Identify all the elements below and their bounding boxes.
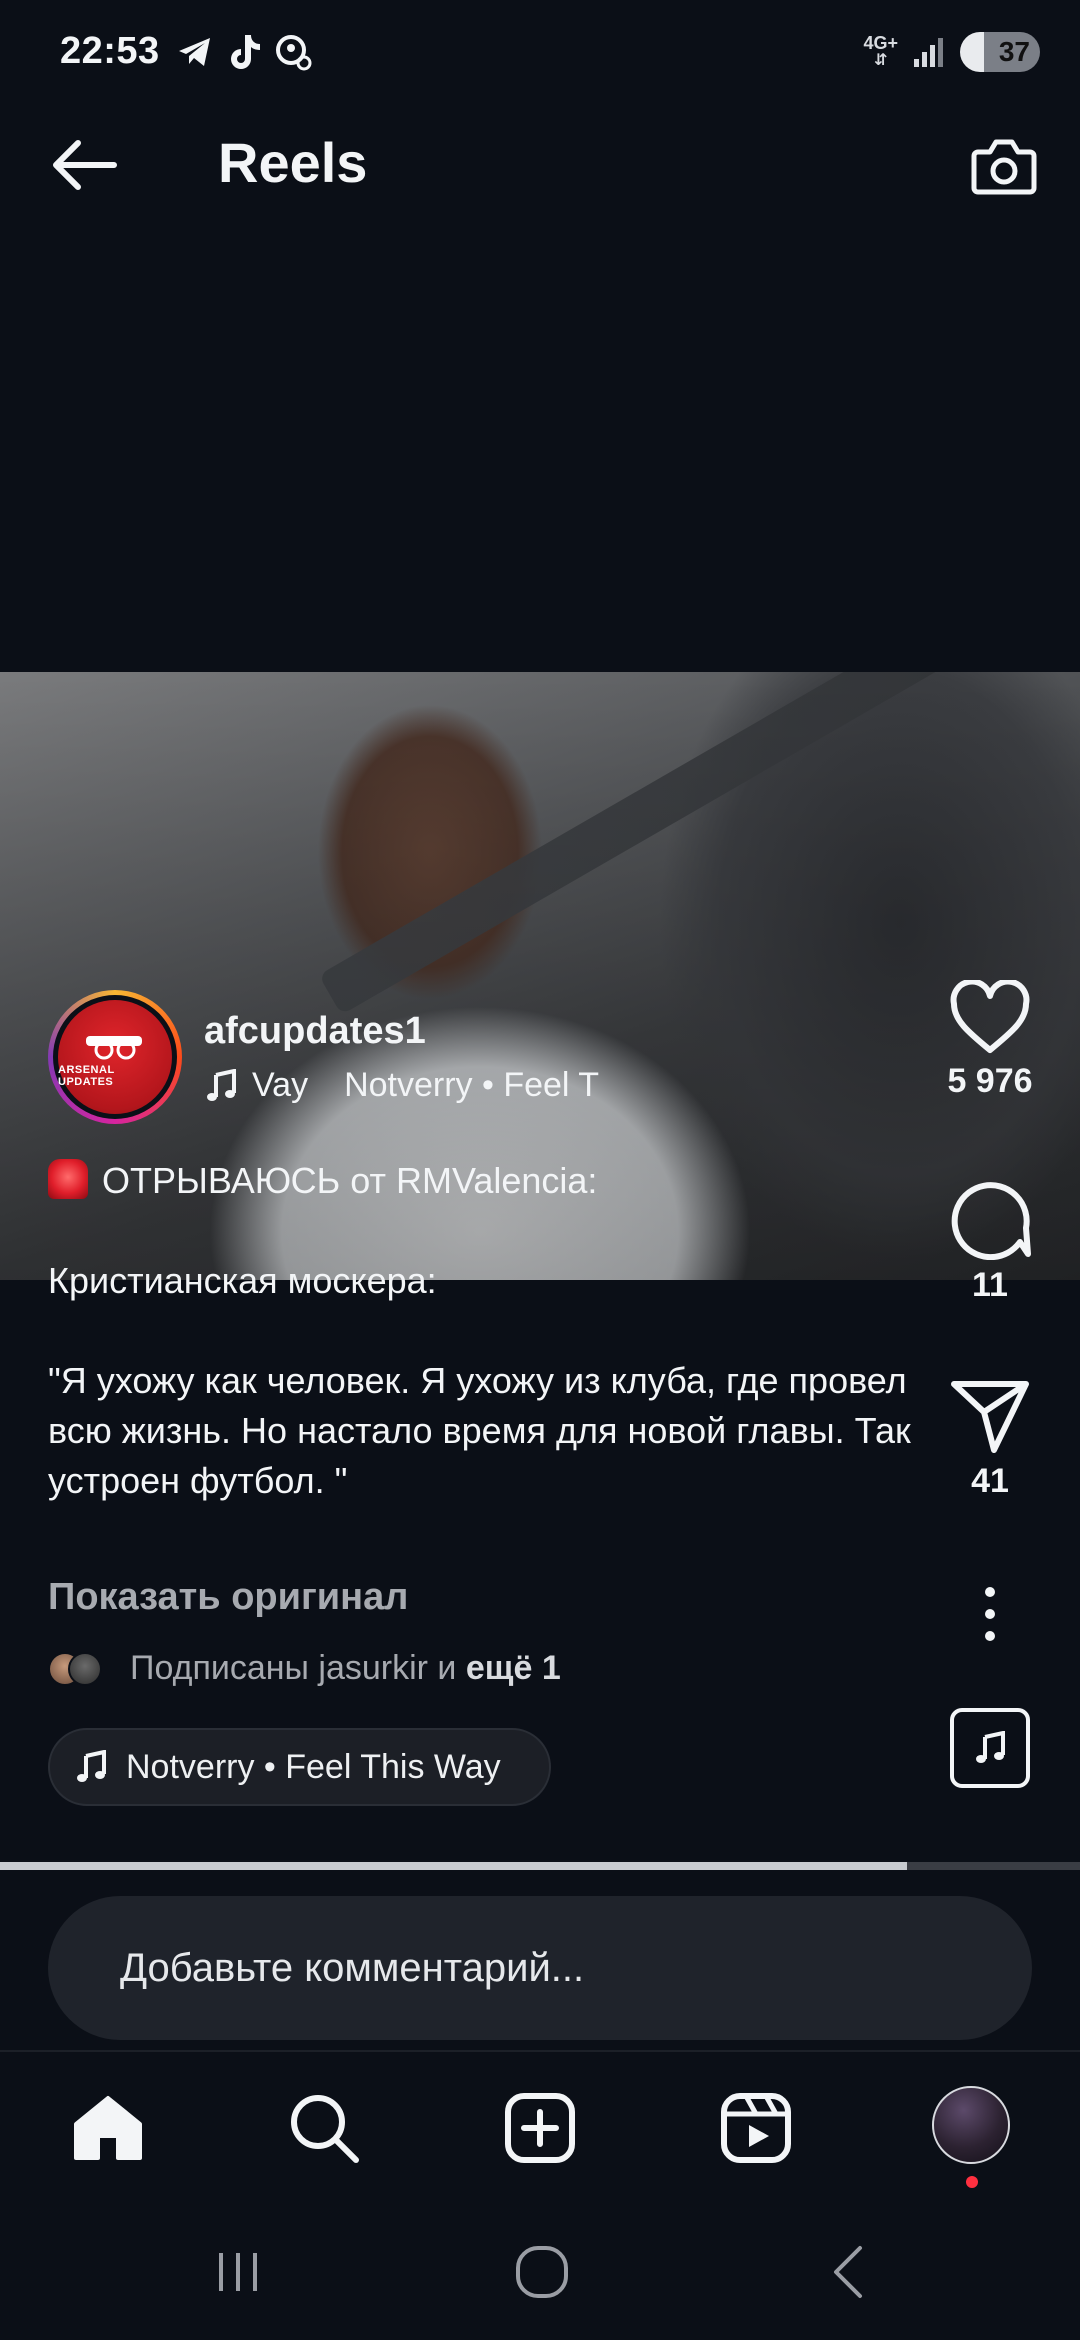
caption-line-3: "Я ухожу как человек. Я ухожу из клуба, … bbox=[48, 1360, 911, 1501]
recent-apps-icon bbox=[219, 2253, 257, 2291]
comment-button[interactable]: 11 bbox=[920, 1176, 1060, 1305]
avatar bbox=[68, 1652, 102, 1686]
music-note-icon bbox=[77, 1750, 106, 1782]
app-notification-icon bbox=[276, 35, 312, 71]
comment-count: 11 bbox=[972, 1266, 1008, 1304]
caption-line-2: Кристианская москера: bbox=[48, 1260, 437, 1301]
search-icon bbox=[291, 2095, 359, 2163]
share-button[interactable]: 41 bbox=[920, 1376, 1060, 1501]
audio-pill-label: Notverry • Feel This Way bbox=[126, 1747, 501, 1786]
music-note-icon bbox=[976, 1731, 1005, 1763]
telegram-icon bbox=[179, 38, 210, 66]
status-bar: 22:53 4G+ ⇵ 37 bbox=[0, 0, 1080, 105]
nav-reels[interactable] bbox=[718, 2090, 794, 2166]
follower-avatars bbox=[48, 1648, 108, 1688]
paper-plane-icon bbox=[951, 1381, 1029, 1453]
system-home-button[interactable] bbox=[510, 2240, 574, 2304]
system-status-icons: 4G+ ⇵ 37 bbox=[863, 32, 1040, 72]
nav-create[interactable] bbox=[502, 2090, 578, 2166]
avatar-logo-text: ARSENAL UPDATES bbox=[58, 1064, 115, 1088]
followed-by-text: Подписаны jasurkir и bbox=[130, 1648, 457, 1687]
status-time: 22:53 bbox=[60, 30, 160, 72]
reels-header: Reels bbox=[0, 105, 1080, 225]
audio-marquee[interactable]: Vay Notverry • Feel T bbox=[204, 1066, 599, 1105]
arrow-left-icon[interactable] bbox=[48, 135, 120, 195]
vertical-dots-icon bbox=[985, 1587, 995, 1641]
camera-icon[interactable] bbox=[968, 130, 1040, 202]
notification-dot bbox=[966, 2176, 978, 2188]
plus-square-icon bbox=[505, 2093, 575, 2163]
like-button[interactable]: 5 976 bbox=[920, 980, 1060, 1101]
notification-icons bbox=[175, 32, 313, 72]
home-icon bbox=[74, 2096, 142, 2160]
username[interactable]: afcupdates1 bbox=[204, 1010, 426, 1053]
bottom-navigation bbox=[0, 2050, 1080, 2190]
home-circle-icon bbox=[516, 2246, 568, 2298]
cannon-icon bbox=[86, 1036, 142, 1060]
caption[interactable]: ОТРЫВАЮСЬ от RMValencia: Кристианская мо… bbox=[48, 1156, 928, 1556]
nav-home[interactable] bbox=[70, 2090, 146, 2166]
data-arrows-icon: ⇵ bbox=[874, 52, 888, 69]
speech-bubble-icon bbox=[951, 1182, 1031, 1260]
audio-marquee-text-2: Notverry • Feel T bbox=[344, 1066, 600, 1104]
share-count: 41 bbox=[971, 1462, 1009, 1500]
like-count: 5 976 bbox=[947, 1062, 1033, 1100]
arsenal-logo-icon: ARSENAL UPDATES bbox=[58, 1000, 172, 1114]
battery-indicator: 37 bbox=[960, 32, 1040, 72]
more-options-button[interactable] bbox=[920, 1584, 1060, 1644]
nav-search[interactable] bbox=[286, 2090, 362, 2166]
audio-pill[interactable]: Notverry • Feel This Way bbox=[48, 1728, 551, 1806]
nav-profile-avatar[interactable] bbox=[932, 2086, 1010, 2164]
author-avatar[interactable]: ARSENAL UPDATES bbox=[48, 990, 182, 1124]
chevron-left-icon bbox=[834, 2246, 862, 2298]
music-note-icon bbox=[207, 1068, 236, 1101]
comment-input[interactable] bbox=[48, 1896, 1032, 2040]
siren-icon bbox=[48, 1159, 88, 1199]
video-progress-fill bbox=[0, 1862, 908, 1870]
system-navigation bbox=[0, 2200, 1080, 2340]
network-type: 4G+ ⇵ bbox=[863, 33, 898, 69]
audio-marquee-text-1: Vay bbox=[252, 1066, 309, 1104]
caption-line-1: ОТРЫВАЮСЬ от RMValencia: bbox=[102, 1160, 598, 1201]
tiktok-icon bbox=[231, 35, 260, 69]
battery-level: 37 bbox=[998, 36, 1030, 67]
followed-by-more: ещё 1 bbox=[465, 1648, 561, 1687]
signal-icon bbox=[914, 38, 943, 67]
page-title: Reels bbox=[218, 131, 368, 194]
video-progress-bar[interactable] bbox=[0, 1862, 1080, 1870]
followed-by[interactable]: Подписаны jasurkir и ещё 1 bbox=[48, 1648, 561, 1688]
heart-icon bbox=[950, 980, 1030, 1053]
reels-icon bbox=[721, 2093, 791, 2163]
system-back-button[interactable] bbox=[816, 2240, 880, 2304]
audio-thumbnail-button[interactable] bbox=[950, 1708, 1030, 1788]
recent-apps-button[interactable] bbox=[206, 2240, 270, 2304]
show-original-link[interactable]: Показать оригинал bbox=[48, 1576, 408, 1619]
